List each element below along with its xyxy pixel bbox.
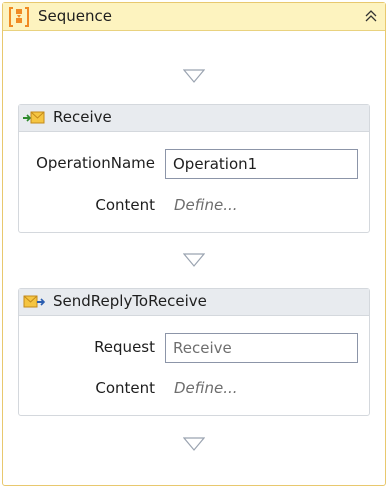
sequence-header: Sequence — [3, 3, 385, 31]
receive-content-define-link[interactable]: Define... — [174, 196, 238, 214]
receive-activity[interactable]: Receive OperationName Content Define... — [18, 104, 370, 233]
receive-content-row: Content Define... — [19, 191, 369, 221]
operation-name-label: OperationName — [36, 154, 155, 172]
operation-name-row: OperationName — [19, 149, 369, 179]
send-message-icon — [23, 295, 46, 309]
request-input[interactable] — [165, 333, 358, 363]
receive-title: Receive — [53, 108, 112, 126]
send-content-define-link[interactable]: Define... — [174, 379, 238, 397]
send-reply-activity[interactable]: SendReplyToReceive Request Content Defin… — [18, 288, 370, 416]
drop-target-arrow-icon[interactable] — [182, 69, 206, 83]
operation-name-input[interactable] — [165, 149, 358, 179]
receive-message-icon — [23, 111, 45, 125]
sequence-activity[interactable]: Sequence Receive OperationName Operation… — [2, 2, 386, 486]
request-label: Request — [94, 338, 155, 356]
send-reply-title: SendReplyToReceive — [53, 292, 207, 310]
receive-header: Receive — [19, 105, 369, 132]
send-reply-header: SendReplyToReceive — [19, 289, 369, 316]
sequence-icon — [8, 7, 30, 27]
receive-content-label: Content — [95, 196, 155, 214]
double-chevron-up-icon[interactable] — [363, 8, 379, 24]
drop-target-arrow-icon[interactable] — [182, 253, 206, 267]
send-content-label: Content — [95, 379, 155, 397]
send-content-row: Content Define... — [19, 374, 369, 404]
drop-target-arrow-icon[interactable] — [182, 437, 206, 451]
request-row: Request — [19, 333, 369, 363]
sequence-title: Sequence — [38, 7, 112, 25]
